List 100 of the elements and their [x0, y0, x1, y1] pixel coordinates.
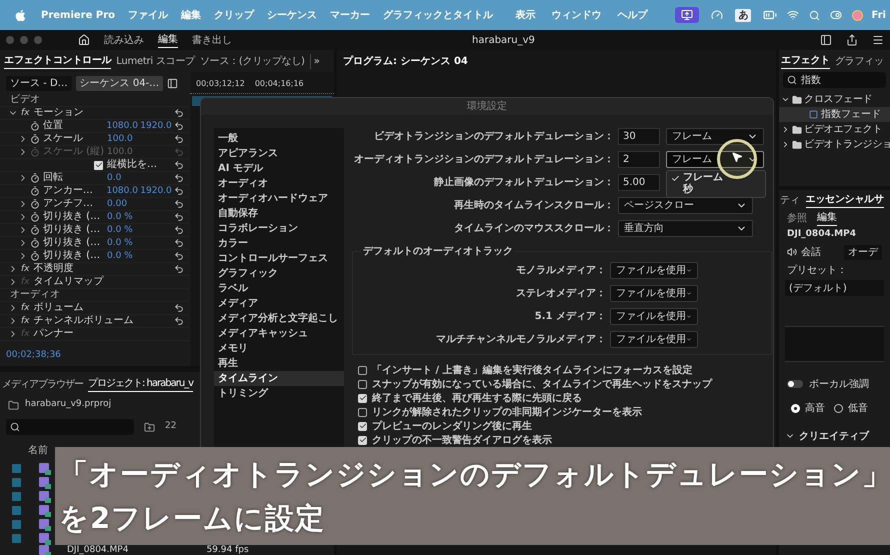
workspace-tab[interactable]: 編集 — [158, 32, 178, 48]
reset-icon[interactable] — [174, 121, 184, 131]
new-bin-icon[interactable] — [144, 422, 155, 432]
reset-icon[interactable] — [174, 186, 184, 196]
reset-icon[interactable] — [174, 199, 184, 209]
category-item[interactable]: カラー — [214, 236, 344, 251]
reset-icon[interactable] — [174, 134, 184, 144]
checkbox[interactable] — [358, 436, 367, 444]
input-field[interactable]: 30 — [618, 128, 660, 145]
stopwatch-icon[interactable] — [30, 238, 40, 248]
stopwatch-icon[interactable] — [30, 134, 40, 144]
reset-icon[interactable] — [174, 173, 184, 183]
toggle-switch[interactable] — [787, 380, 803, 388]
category-item[interactable]: AI モデル — [214, 161, 344, 176]
track-dropdown[interactable]: ファイルを使用 — [610, 331, 698, 348]
category-item[interactable]: オーディオ — [214, 176, 344, 191]
search-field[interactable]: 指数 — [783, 72, 886, 88]
chevron-right-icon[interactable] — [781, 140, 790, 149]
track-dropdown[interactable]: ファイルを使用 — [610, 285, 698, 302]
reset-icon[interactable] — [174, 251, 184, 261]
tree-item[interactable]: 指数フェード — [779, 107, 890, 122]
category-item[interactable]: タイムライン — [214, 371, 344, 386]
sub-tab[interactable]: 編集 — [817, 210, 837, 226]
menu-icon[interactable] — [872, 34, 884, 46]
param-value[interactable]: 0.0 % — [107, 252, 141, 260]
param-value[interactable]: 100.0 — [107, 134, 141, 144]
checkbox[interactable] — [358, 422, 367, 430]
workspace-tab[interactable]: 読み込み — [104, 32, 144, 48]
category-item[interactable]: コラボレーション — [214, 221, 344, 236]
reset-icon[interactable] — [174, 264, 184, 274]
panel-tab[interactable]: エフェクトコントロール — [4, 53, 112, 69]
radio-button[interactable] — [791, 404, 800, 412]
reset-icon[interactable] — [174, 160, 184, 170]
checkbox[interactable] — [94, 160, 103, 170]
sub-tab[interactable]: 参照 — [787, 210, 807, 226]
checkbox[interactable] — [358, 394, 367, 402]
reset-icon[interactable] — [174, 225, 184, 235]
param-value[interactable]: 1920.0 — [140, 186, 174, 196]
stopwatch-icon[interactable] — [30, 251, 40, 261]
panel-tab[interactable]: ソース：(クリップなし) — [200, 54, 305, 68]
tree-item[interactable]: クロスフェード — [804, 92, 872, 107]
category-item[interactable]: オーディオハードウェア — [214, 191, 344, 206]
reset-icon[interactable] — [174, 316, 184, 326]
tree-item[interactable]: ビデオエフェクト — [804, 122, 882, 137]
panel-tab[interactable]: メディアブラウザー — [2, 376, 83, 392]
checkbox[interactable] — [358, 380, 367, 388]
param-value[interactable]: 0.0 % — [107, 238, 141, 248]
reset-icon[interactable] — [174, 212, 184, 222]
label-swatch[interactable] — [12, 520, 21, 528]
param-value[interactable]: 1080.0 — [106, 122, 140, 130]
search-icon[interactable] — [809, 10, 820, 20]
panel-tab[interactable]: プログラム: シーケンス 04 — [343, 54, 468, 68]
share-icon[interactable] — [846, 34, 858, 46]
category-item[interactable]: メディアキャッシュ — [214, 326, 344, 341]
param-value[interactable]: 0.0 % — [107, 226, 141, 234]
label-swatch[interactable] — [12, 492, 21, 500]
track-dropdown[interactable]: ファイルを使用 — [610, 262, 698, 279]
menu-option[interactable]: フレーム — [667, 172, 765, 184]
category-item[interactable]: 再生 — [214, 356, 344, 371]
label-swatch[interactable] — [12, 534, 21, 542]
apple-icon[interactable] — [14, 8, 27, 22]
category-item[interactable]: ラベル — [214, 281, 344, 296]
checkbox[interactable] — [358, 408, 367, 416]
menu-option[interactable]: 秒 — [667, 184, 765, 196]
input-field[interactable]: 2 — [618, 151, 660, 168]
scroll-dropdown[interactable]: ページスクロー — [618, 197, 753, 214]
panel-tab[interactable]: ティ — [780, 192, 800, 208]
input-field[interactable]: 5.00 — [618, 174, 660, 191]
category-item[interactable]: アピアランス — [214, 146, 344, 161]
category-item[interactable]: グラフィック — [214, 266, 344, 281]
category-item[interactable]: 自動保存 — [214, 206, 344, 221]
panel-tab[interactable]: Lumetri スコープ — [116, 54, 195, 68]
panel-tab[interactable]: グラフィッ — [834, 54, 884, 68]
tree-item[interactable]: ビデオトランジショ — [804, 137, 890, 152]
input-method-indicator[interactable]: あ — [735, 8, 752, 22]
control-center-icon[interactable] — [830, 9, 842, 21]
stopwatch-icon[interactable] — [30, 212, 40, 222]
sequence-button[interactable]: シーケンス 04-… — [76, 76, 164, 90]
stopwatch-icon[interactable] — [30, 186, 40, 196]
param-value[interactable]: 0.0 — [107, 174, 141, 182]
panel-tab[interactable]: プロジェクト: harabaru_v — [88, 376, 194, 392]
reset-icon[interactable] — [174, 303, 184, 313]
workspace-tab[interactable]: 書き出し — [192, 32, 232, 48]
radio-button[interactable] — [834, 404, 843, 412]
screen-share-icon[interactable] — [675, 7, 700, 23]
search-field[interactable] — [6, 419, 134, 435]
reset-icon[interactable] — [174, 108, 184, 118]
param-value[interactable]: 0.00 — [107, 200, 141, 208]
more-tabs-button[interactable]: » — [310, 54, 320, 68]
stopwatch-icon[interactable] — [30, 121, 40, 131]
panel-tab[interactable]: エフェクト — [781, 53, 830, 69]
home-icon[interactable] — [78, 34, 90, 46]
category-item[interactable]: メディア — [214, 296, 344, 311]
stopwatch-icon[interactable] — [30, 199, 40, 209]
checkbox[interactable] — [358, 366, 367, 374]
track-dropdown[interactable]: ファイルを使用 — [610, 308, 698, 325]
param-value[interactable]: 1080.0 — [106, 186, 140, 196]
chevron-down-icon[interactable] — [781, 95, 790, 104]
reset-icon[interactable] — [174, 238, 184, 248]
panel-icon[interactable] — [167, 78, 178, 88]
